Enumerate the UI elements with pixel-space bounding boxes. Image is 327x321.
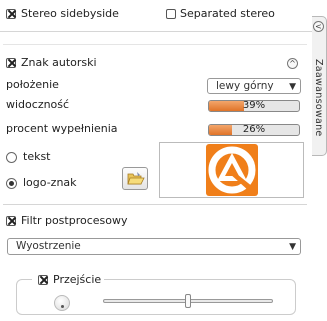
knob-indicator <box>61 305 64 308</box>
text-radio-label: tekst <box>23 150 51 163</box>
fill-label: procent wypełnienia <box>6 122 118 135</box>
chevron-left-icon: < <box>315 22 322 31</box>
transition-slider-track[interactable] <box>103 294 273 308</box>
text-radio[interactable] <box>6 152 17 163</box>
transition-slider-thumb[interactable] <box>185 294 191 308</box>
watermark-checkbox[interactable] <box>6 58 16 68</box>
collapse-button[interactable]: ^ <box>287 58 298 69</box>
transition-checkbox[interactable] <box>38 275 48 285</box>
stereo-sidebyside-label: Stereo sidebyside <box>21 7 119 20</box>
fill-slider[interactable]: 26% <box>208 124 300 136</box>
open-logo-button[interactable] <box>122 167 148 190</box>
advanced-side-tab[interactable]: < Zaawansowane <box>312 16 327 156</box>
logo-image <box>206 144 258 196</box>
folder-open-icon <box>127 172 145 185</box>
chevron-up-icon: ^ <box>289 59 296 68</box>
filter-select-value: Wyostrzenie <box>16 240 81 252</box>
advanced-tab-label: Zaawansowane <box>313 59 324 137</box>
settings-panel: Stereo sidebyside Separated stereo Znak … <box>0 0 312 321</box>
chevron-down-icon: ▼ <box>289 242 296 252</box>
position-select-value: lewy górny <box>216 80 274 92</box>
separated-stereo-label: Separated stereo <box>180 7 275 20</box>
divider <box>0 31 312 32</box>
transition-label: Przejście <box>53 273 102 286</box>
postprocess-checkbox[interactable] <box>6 216 16 226</box>
visibility-value: 39% <box>242 100 266 111</box>
divider <box>3 204 307 205</box>
position-label: położenie <box>6 78 59 91</box>
collapse-side-button[interactable]: < <box>313 21 324 32</box>
visibility-label: widoczność <box>6 98 70 111</box>
stereo-sidebyside-checkbox[interactable] <box>6 9 16 19</box>
fill-value: 26% <box>242 124 266 135</box>
position-select[interactable]: lewy górny ▼ <box>207 78 301 94</box>
postprocess-title: Filtr postprocesowy <box>21 214 128 227</box>
chevron-down-icon: ▼ <box>289 82 296 92</box>
filter-select[interactable]: Wyostrzenie ▼ <box>7 238 301 255</box>
divider <box>3 44 307 45</box>
transition-knob[interactable] <box>54 295 70 311</box>
separated-stereo-checkbox[interactable] <box>166 9 176 19</box>
logo-preview <box>159 142 304 198</box>
watermark-title: Znak autorski <box>21 56 97 69</box>
visibility-slider[interactable]: 39% <box>208 100 300 112</box>
logo-radio[interactable] <box>6 178 17 189</box>
logo-radio-label: logo-znak <box>23 176 77 189</box>
